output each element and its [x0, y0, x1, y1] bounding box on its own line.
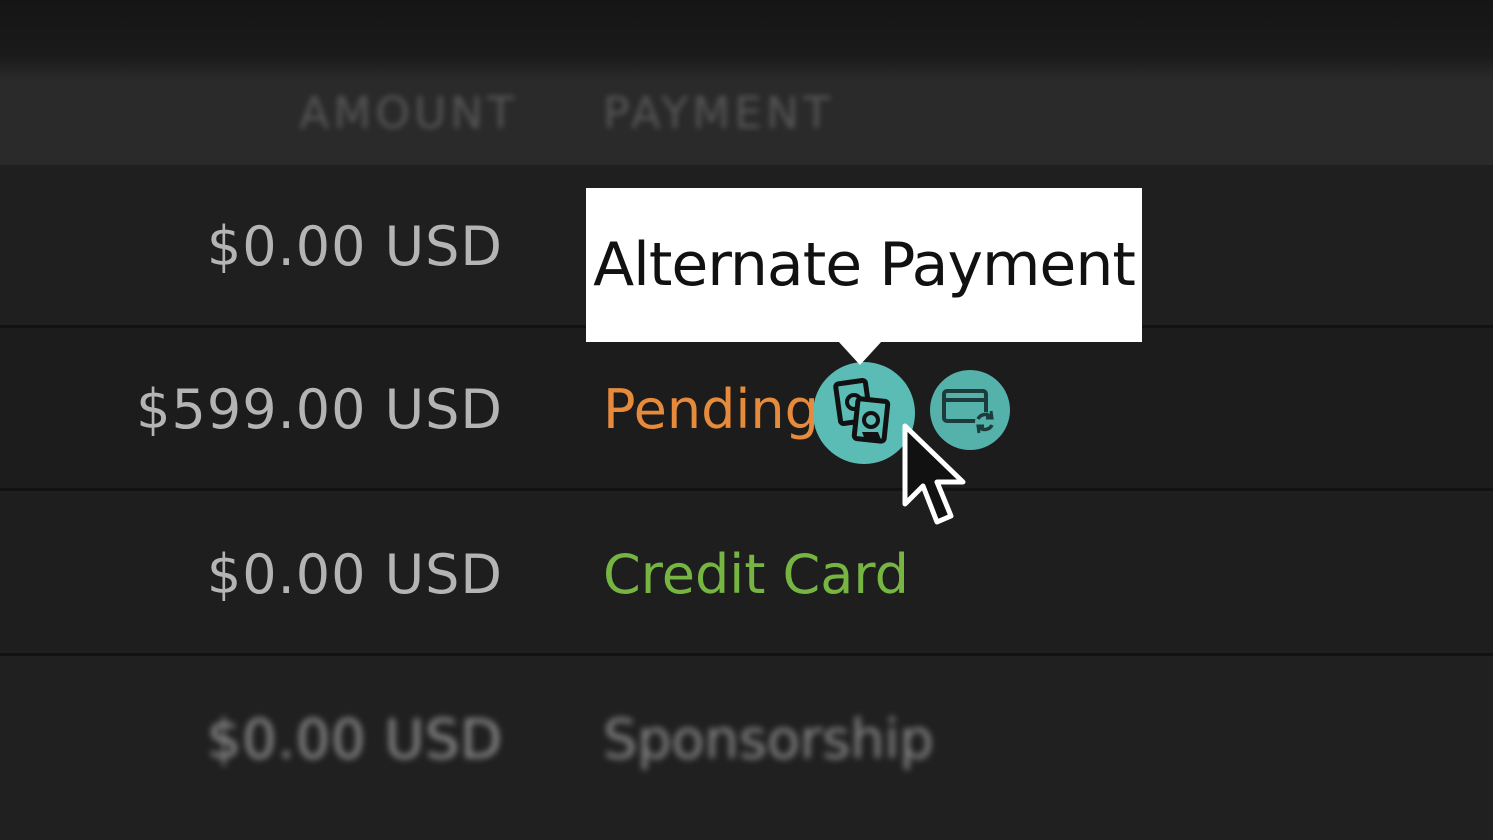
- table-row: $599.00 USD Pending: [0, 328, 1493, 491]
- amount-cell: $0.00 USD: [206, 215, 503, 278]
- amount-cell: $599.00 USD: [136, 378, 503, 441]
- table-header: AMOUNT PAYMENT: [0, 0, 1493, 165]
- column-header-payment[interactable]: PAYMENT: [603, 88, 834, 139]
- payments-table-view: AMOUNT PAYMENT $0.00 USD $599.00 USD Pen…: [0, 0, 1493, 840]
- payment-method-credit-card: Credit Card: [603, 543, 909, 606]
- amount-cell: $0.00 USD: [206, 708, 503, 771]
- table-row: $0.00 USD Sponsorship: [0, 658, 1493, 840]
- payment-method-sponsorship: Sponsorship: [603, 708, 934, 771]
- tooltip-arrow: [838, 341, 882, 365]
- cash-exchange-icon: [833, 378, 891, 444]
- mouse-cursor-icon: [902, 423, 966, 525]
- table-row: $0.00 USD Credit Card: [0, 493, 1493, 656]
- tooltip-text: Alternate Payment: [593, 230, 1136, 300]
- amount-cell: $0.00 USD: [206, 543, 503, 606]
- tooltip: Alternate Payment: [586, 188, 1142, 342]
- payment-status-pending: Pending: [603, 378, 819, 441]
- column-header-amount[interactable]: AMOUNT: [299, 88, 518, 139]
